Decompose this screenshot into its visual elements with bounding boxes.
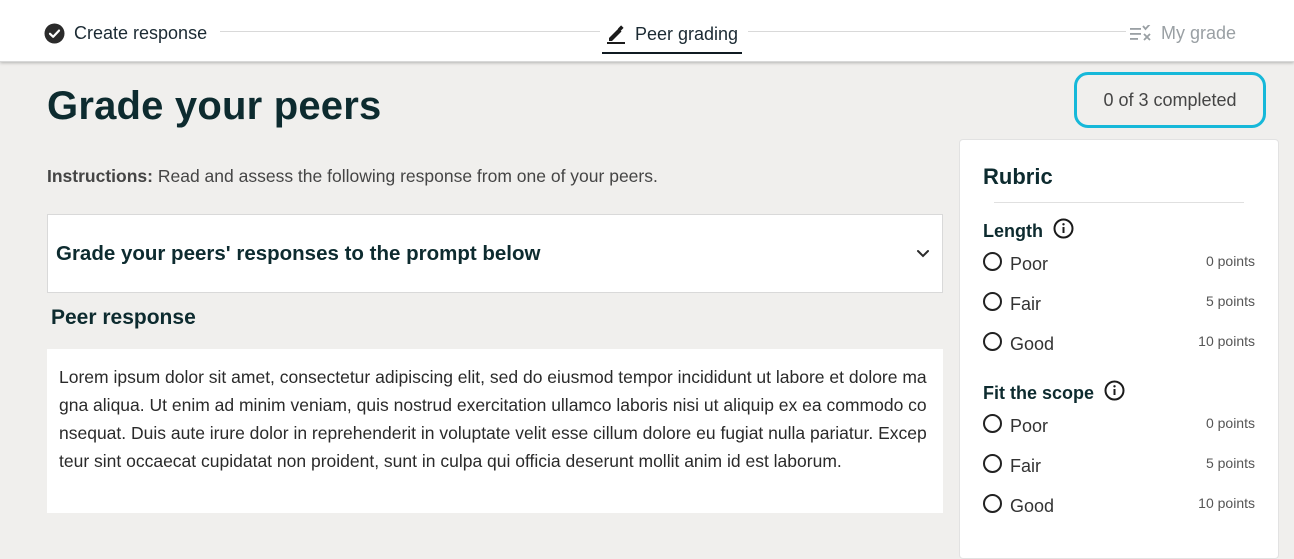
radio-button[interactable] [983, 453, 1002, 473]
page-title: Grade your peers [47, 84, 382, 128]
divider [994, 202, 1244, 203]
stepper-line [220, 31, 600, 32]
grade-list-icon [1130, 25, 1152, 41]
step-my-grade[interactable]: My grade [1126, 18, 1241, 48]
chevron-down-icon[interactable] [916, 249, 930, 258]
instructions: Instructions: Read and assess the follow… [47, 166, 658, 187]
instructions-label: Instructions: [47, 166, 153, 186]
radio-button[interactable] [983, 251, 1002, 271]
criterion-name: Length [983, 220, 1043, 241]
rubric-option: Fair 5 points [983, 446, 1255, 486]
prompt-accordion[interactable]: Grade your peers' responses to the promp… [47, 214, 943, 293]
option-label: Good [1010, 495, 1055, 516]
prompt-title: Grade your peers' responses to the promp… [56, 241, 541, 265]
option-points: 0 points [1205, 415, 1255, 431]
step-label: Create response [74, 22, 208, 43]
step-label: My grade [1161, 22, 1237, 43]
stepper-line [748, 31, 1128, 32]
peer-response-heading: Peer response [51, 306, 196, 329]
option-label: Fair [1010, 455, 1041, 476]
rubric-option: Good 10 points [983, 324, 1255, 364]
criterion-name: Fit the scope [983, 382, 1095, 403]
option-label: Fair [1010, 293, 1041, 314]
step-create-response[interactable]: Create response [40, 18, 212, 48]
rubric-title: Rubric [983, 164, 1053, 189]
rubric-option: Good 10 points [983, 486, 1255, 526]
option-label: Good [1010, 333, 1055, 354]
check-circle-icon [44, 23, 65, 44]
step-label: Peer grading [635, 23, 739, 44]
criterion-fit-the-scope: Fit the scope Poor 0 points Fair 5 point… [983, 380, 1255, 526]
option-label: Poor [1010, 415, 1049, 436]
instructions-text: Read and assess the following response f… [152, 166, 658, 186]
rubric-option: Poor 0 points [983, 244, 1255, 284]
pencil-icon [606, 24, 626, 44]
radio-button[interactable] [983, 331, 1002, 351]
completion-badge: 0 of 3 completed [1074, 72, 1266, 128]
info-icon[interactable] [1053, 218, 1074, 239]
option-points: 10 points [1198, 333, 1255, 349]
progress-stepper: Create response Peer grading My grade [0, 0, 1294, 62]
rubric-option: Poor 0 points [983, 406, 1255, 446]
info-icon[interactable] [1104, 380, 1125, 401]
rubric-panel: Rubric Length Poor 0 points Fair 5 point… [959, 139, 1279, 559]
step-peer-grading[interactable]: Peer grading [602, 16, 743, 54]
radio-button[interactable] [983, 291, 1002, 311]
radio-button[interactable] [983, 413, 1002, 433]
option-points: 5 points [1205, 455, 1255, 471]
peer-response-text: Lorem ipsum dolor sit amet, consectetur … [47, 349, 943, 513]
criterion-length: Length Poor 0 points Fair 5 points Good … [983, 218, 1255, 364]
option-points: 0 points [1205, 253, 1255, 269]
radio-button[interactable] [983, 493, 1002, 513]
option-points: 10 points [1198, 495, 1255, 511]
rubric-option: Fair 5 points [983, 284, 1255, 324]
option-points: 5 points [1205, 293, 1255, 309]
option-label: Poor [1010, 253, 1049, 274]
